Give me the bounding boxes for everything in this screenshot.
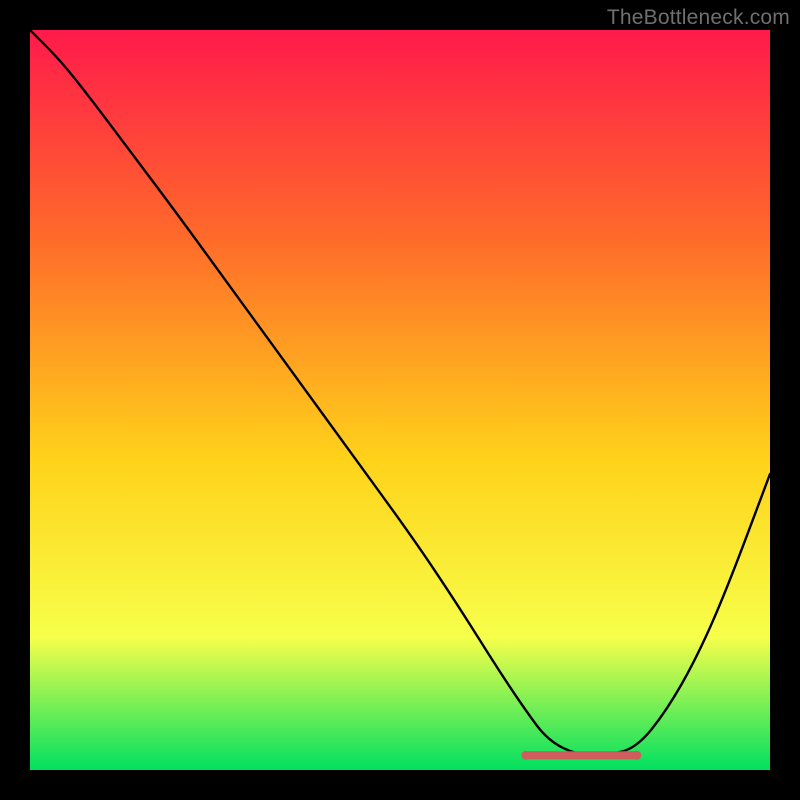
flat-bottom-dot-right (632, 751, 641, 760)
plot-area (30, 30, 770, 770)
watermark-text: TheBottleneck.com (607, 6, 790, 30)
flat-bottom-dot-left (521, 751, 530, 760)
chart-svg (30, 30, 770, 770)
gradient-background (30, 30, 770, 770)
chart-frame: TheBottleneck.com (0, 0, 800, 800)
